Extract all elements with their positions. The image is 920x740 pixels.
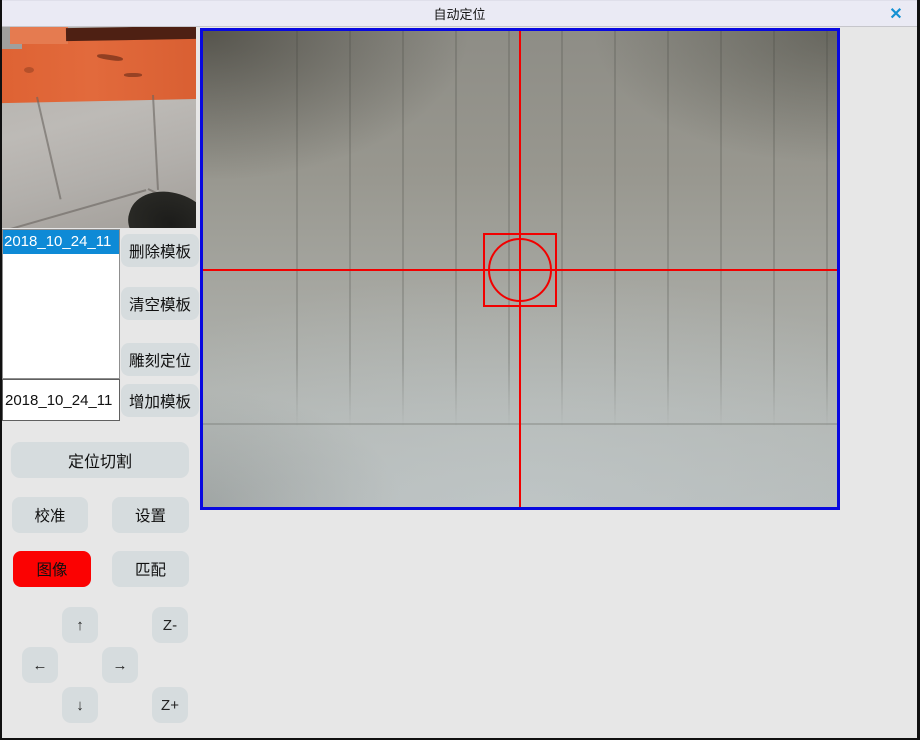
image-button[interactable]: 图像 [13, 551, 91, 587]
template-preview-image [2, 27, 196, 228]
preview-detail [24, 67, 34, 73]
titlebar: 自动定位 ✕ [2, 1, 917, 27]
jog-z-minus-button[interactable]: Z- [152, 607, 188, 643]
template-listbox: 2018_10_24_11 [2, 229, 120, 379]
add-template-button[interactable]: 增加模板 [121, 384, 199, 417]
jog-z-plus-button[interactable]: Z+ [152, 687, 188, 723]
delete-template-button[interactable]: 删除模板 [121, 234, 199, 267]
close-icon[interactable]: ✕ [885, 4, 907, 24]
settings-button[interactable]: 设置 [112, 497, 189, 533]
auto-position-dialog: 自动定位 ✕ 2018_10_24_11 删除模板 清空模板 雕刻定位 增加模板… [0, 0, 920, 740]
preview-tile-line [152, 95, 159, 190]
preview-detail [66, 27, 196, 41]
list-item-template[interactable]: 2018_10_24_11 [3, 230, 119, 254]
preview-tile-line [36, 97, 62, 200]
jog-left-button[interactable]: ← [22, 647, 58, 683]
preview-tile-line [2, 189, 146, 228]
dialog-title: 自动定位 [433, 4, 485, 23]
clear-templates-button[interactable]: 清空模板 [121, 287, 199, 320]
preview-detail [124, 73, 142, 77]
template-name-input[interactable] [2, 379, 120, 421]
camera-view [200, 28, 840, 510]
target-circle-overlay [488, 238, 552, 302]
calibrate-button[interactable]: 校准 [12, 497, 88, 533]
jog-down-button[interactable]: ↓ [62, 687, 98, 723]
engrave-position-button[interactable]: 雕刻定位 [121, 343, 199, 376]
preview-detail [10, 27, 68, 44]
jog-right-button[interactable]: → [102, 647, 138, 683]
match-button[interactable]: 匹配 [112, 551, 189, 587]
position-cut-button[interactable]: 定位切割 [11, 442, 189, 478]
jog-up-button[interactable]: ↑ [62, 607, 98, 643]
